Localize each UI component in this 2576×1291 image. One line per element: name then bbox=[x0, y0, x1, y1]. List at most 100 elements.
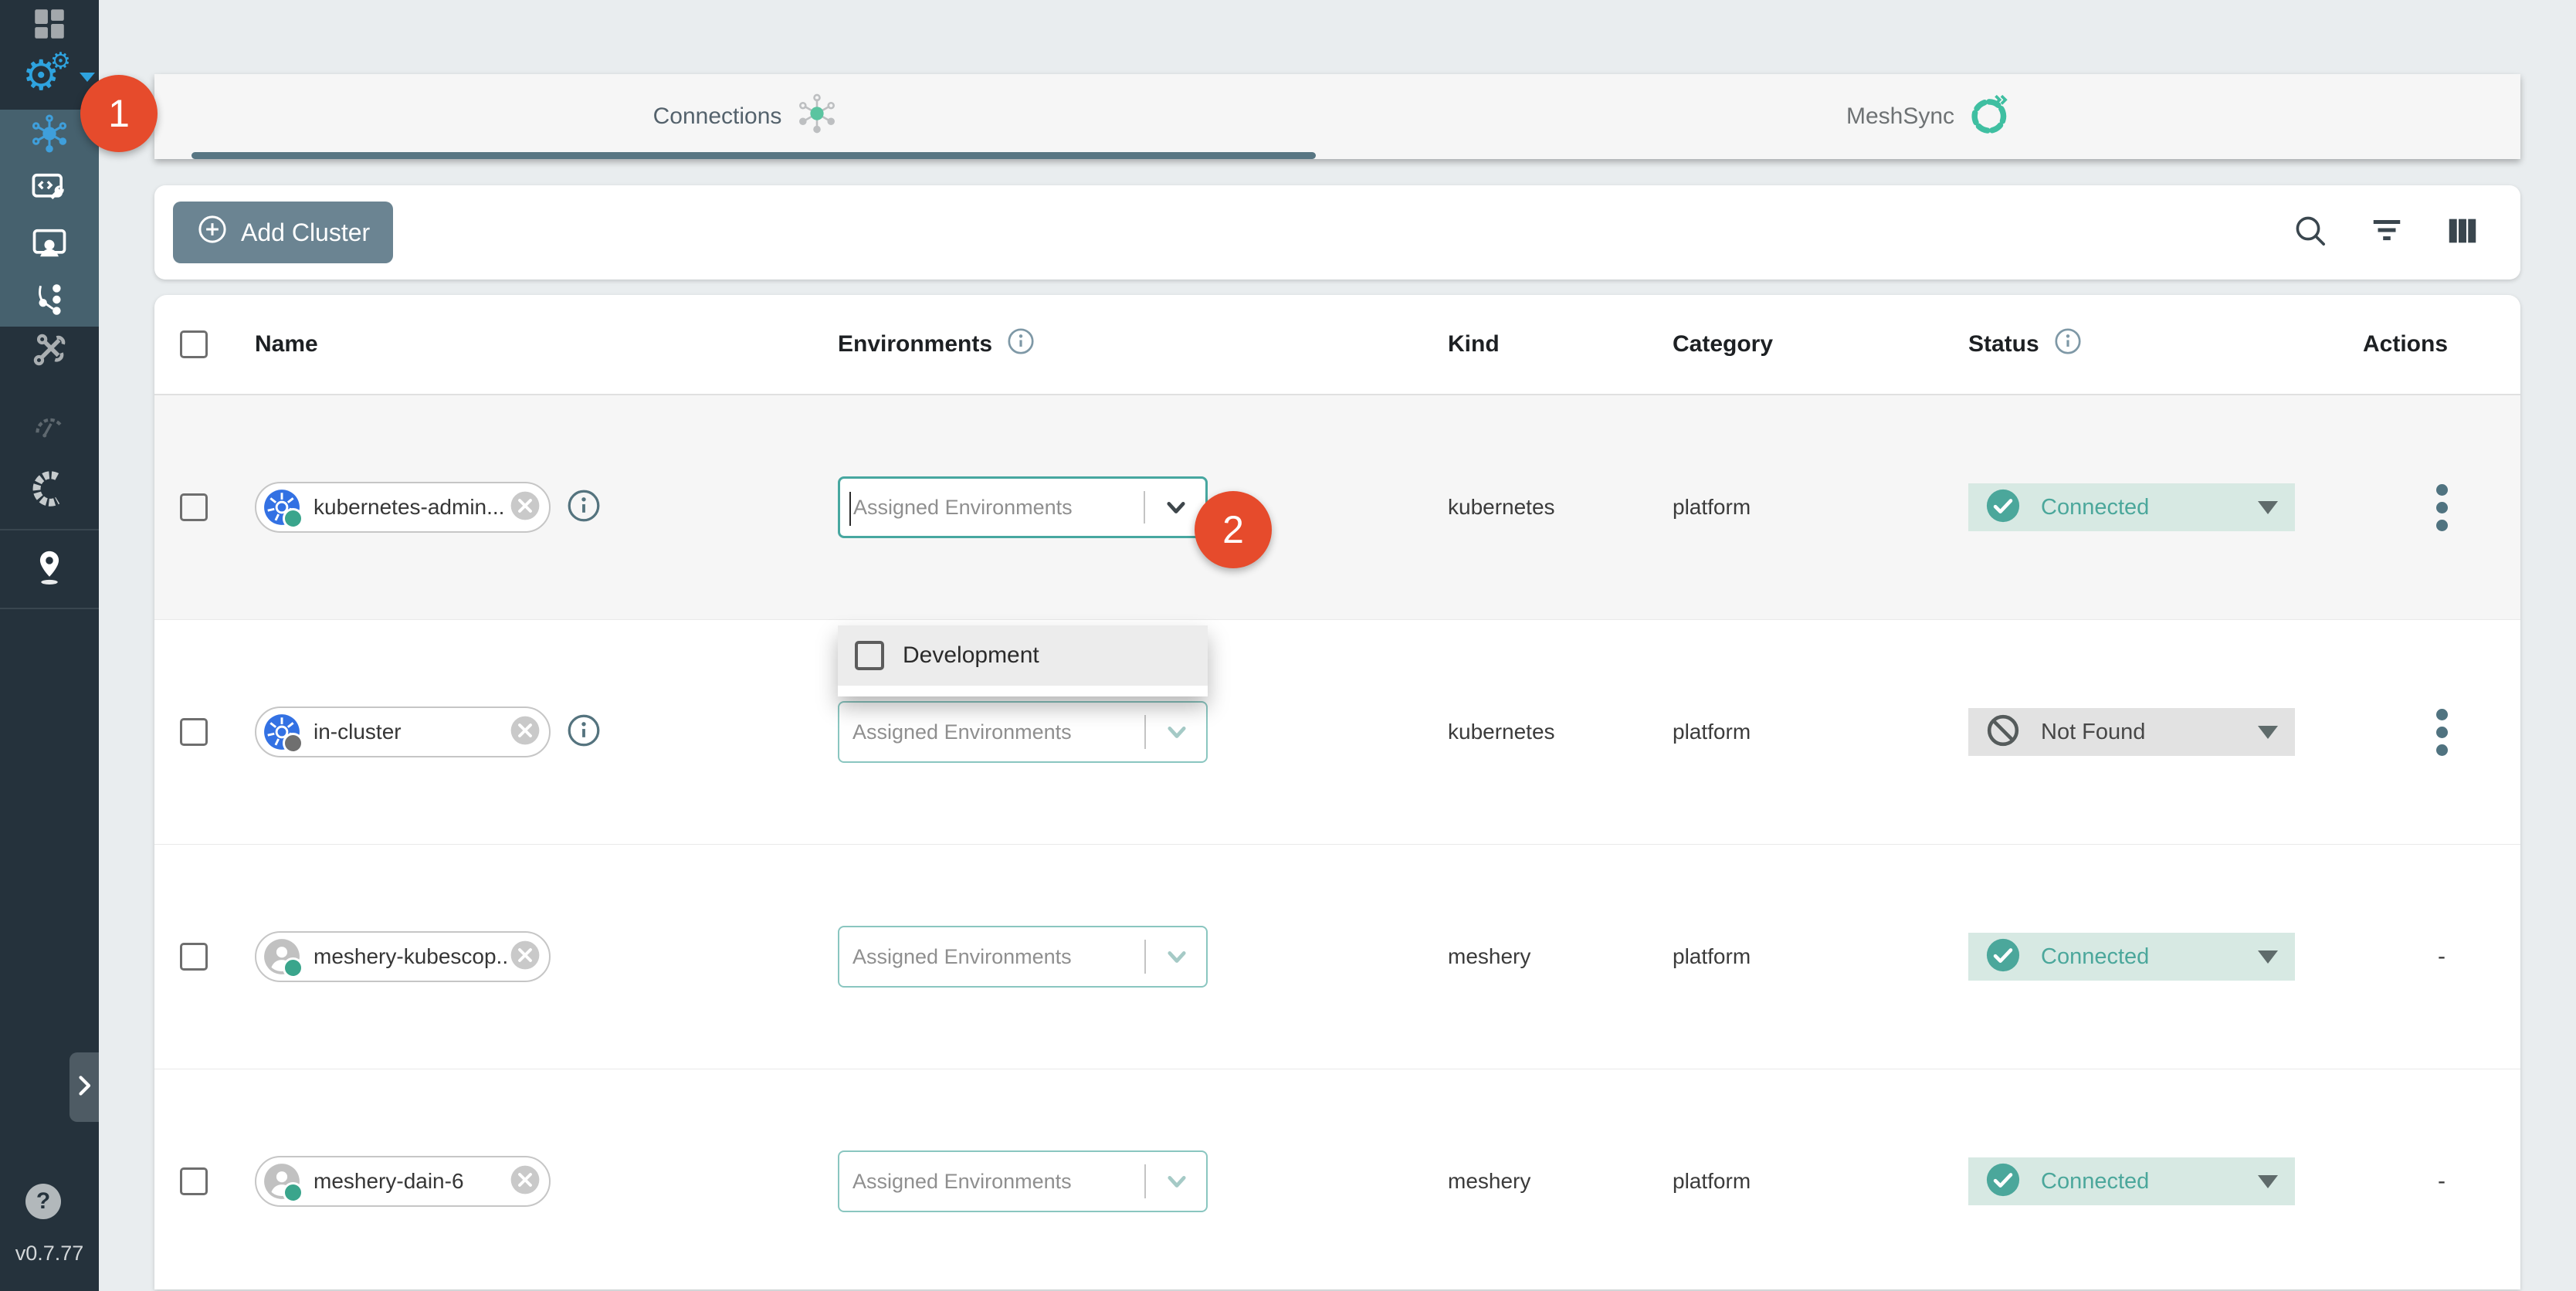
dropdown-option-development[interactable]: Development bbox=[838, 625, 1208, 686]
add-cluster-button[interactable]: Add Cluster bbox=[173, 202, 393, 263]
remove-connection-icon[interactable] bbox=[509, 714, 541, 751]
remove-connection-icon[interactable] bbox=[509, 939, 541, 975]
column-header-name: Name bbox=[255, 331, 838, 357]
tab-connections[interactable]: Connections bbox=[154, 74, 1337, 159]
active-tab-indicator bbox=[192, 152, 1316, 159]
status-dot bbox=[283, 1182, 303, 1203]
connection-info-icon[interactable] bbox=[566, 488, 602, 527]
sidebar-item-workspaces[interactable] bbox=[0, 225, 99, 266]
pin-icon bbox=[32, 547, 67, 591]
connection-chip[interactable]: in-cluster bbox=[255, 706, 551, 757]
sidebar-item-extensions[interactable] bbox=[0, 470, 99, 510]
connection-chip[interactable]: kubernetes-admin... bbox=[255, 482, 551, 533]
chevron-down-icon[interactable] bbox=[1160, 1164, 1194, 1198]
status-label: Connected bbox=[2041, 495, 2238, 520]
connection-name: kubernetes-admin... bbox=[314, 495, 504, 520]
expand-sidebar-button[interactable] bbox=[69, 1052, 99, 1122]
column-header-category: Category bbox=[1673, 331, 1968, 357]
row-checkbox[interactable] bbox=[180, 1167, 208, 1195]
status-select[interactable]: Connected bbox=[1968, 483, 2295, 531]
annotation-badge-2: 2 bbox=[1195, 491, 1272, 568]
select-divider bbox=[1144, 491, 1145, 524]
select-divider bbox=[1144, 715, 1146, 749]
environments-select[interactable] bbox=[838, 926, 1208, 988]
search-icon[interactable] bbox=[2292, 212, 2329, 253]
check-circle-icon bbox=[1985, 488, 2021, 527]
sidebar-item-designs[interactable] bbox=[0, 282, 99, 320]
dropdown-arrow-icon bbox=[2258, 726, 2278, 739]
help-button[interactable]: ? bbox=[25, 1184, 61, 1219]
chevron-down-icon[interactable] bbox=[1160, 715, 1194, 749]
dropdown-arrow-icon bbox=[2258, 950, 2278, 964]
tab-meshsync[interactable]: MeshSync bbox=[1337, 74, 2520, 159]
sidebar-item-lifecycle[interactable]: ⚙⚙ bbox=[0, 53, 99, 102]
sidebar-item-adapters[interactable] bbox=[0, 169, 99, 209]
performance-gauge-icon bbox=[30, 408, 69, 450]
status-label: Connected bbox=[2041, 944, 2238, 970]
no-actions-placeholder: - bbox=[2438, 1168, 2446, 1194]
row-actions-menu-icon[interactable] bbox=[2436, 484, 2448, 531]
connection-info-icon[interactable] bbox=[566, 713, 602, 752]
status-select[interactable]: Connected bbox=[1968, 933, 2295, 981]
remove-connection-icon[interactable] bbox=[509, 490, 541, 526]
environments-select[interactable] bbox=[838, 476, 1208, 538]
select-divider bbox=[1144, 1164, 1146, 1198]
connection-chip[interactable]: meshery-kubescop... bbox=[255, 931, 551, 982]
dropdown-arrow-icon bbox=[2258, 501, 2278, 514]
sidebar-item-performance[interactable] bbox=[0, 409, 99, 448]
chevron-down-icon[interactable] bbox=[1160, 940, 1194, 974]
environments-input[interactable] bbox=[851, 944, 1124, 970]
environments-dropdown-menu: Development bbox=[838, 625, 1208, 696]
table-header-row: Name Environments Kind Category Status A… bbox=[154, 295, 2520, 395]
row-actions-menu-icon[interactable] bbox=[2436, 709, 2448, 756]
column-header-environments: Environments bbox=[838, 327, 1448, 362]
workspaces-icon bbox=[29, 224, 69, 268]
info-icon[interactable] bbox=[1006, 327, 1035, 362]
connection-name: meshery-dain-6 bbox=[314, 1169, 464, 1194]
status-label: Not Found bbox=[2041, 720, 2238, 745]
designs-icon bbox=[30, 280, 69, 323]
remove-connection-icon[interactable] bbox=[509, 1164, 541, 1200]
status-select[interactable]: Not Found bbox=[1968, 708, 2295, 756]
sidebar-item-configuration[interactable] bbox=[0, 332, 99, 371]
environments-select[interactable] bbox=[838, 1150, 1208, 1212]
sidebar-divider bbox=[0, 608, 99, 609]
tab-bar: Connections MeshSync bbox=[154, 74, 2520, 159]
connections-icon bbox=[29, 114, 69, 158]
info-icon[interactable] bbox=[2053, 327, 2083, 362]
sidebar: ⚙⚙ bbox=[0, 0, 99, 1291]
annotation-badge-1: 1 bbox=[80, 75, 158, 152]
dropdown-next-item-partial bbox=[838, 686, 1208, 696]
sidebar-item-dashboard[interactable] bbox=[0, 6, 99, 45]
select-all-checkbox[interactable] bbox=[180, 330, 208, 358]
prohibited-icon bbox=[1985, 713, 2021, 752]
environments-input[interactable] bbox=[851, 720, 1124, 745]
row-checkbox[interactable] bbox=[180, 493, 208, 521]
environments-input[interactable] bbox=[851, 1169, 1124, 1194]
connection-chip[interactable]: meshery-dain-6 bbox=[255, 1156, 551, 1207]
status-select[interactable]: Connected bbox=[1968, 1157, 2295, 1205]
row-checkbox[interactable] bbox=[180, 718, 208, 746]
check-circle-icon bbox=[1985, 937, 2021, 977]
adapters-icon bbox=[29, 168, 69, 212]
toolbar-icon-group bbox=[2292, 212, 2480, 253]
add-cluster-label: Add Cluster bbox=[241, 219, 370, 247]
option-checkbox[interactable] bbox=[855, 641, 884, 670]
meshsync-spinner-icon bbox=[1968, 92, 2012, 141]
kubernetes-icon bbox=[263, 488, 301, 527]
table-row: kubernetes-admin... bbox=[154, 395, 2520, 620]
configuration-tools-icon bbox=[30, 330, 69, 373]
dashboard-icon bbox=[30, 5, 69, 47]
avatar-icon bbox=[263, 937, 301, 976]
filter-icon[interactable] bbox=[2369, 213, 2405, 252]
environments-select[interactable] bbox=[838, 701, 1208, 763]
environments-input[interactable] bbox=[852, 495, 1125, 520]
chevron-down-icon[interactable] bbox=[1159, 490, 1193, 524]
meshery-connections-page: ⚙⚙ bbox=[0, 0, 2576, 1291]
check-circle-icon bbox=[1985, 1162, 2021, 1201]
dropdown-arrow-icon bbox=[2258, 1175, 2278, 1188]
view-columns-icon[interactable] bbox=[2445, 213, 2480, 252]
sidebar-item-get-started[interactable] bbox=[0, 547, 99, 590]
row-checkbox[interactable] bbox=[180, 943, 208, 971]
avatar-icon bbox=[263, 1162, 301, 1201]
